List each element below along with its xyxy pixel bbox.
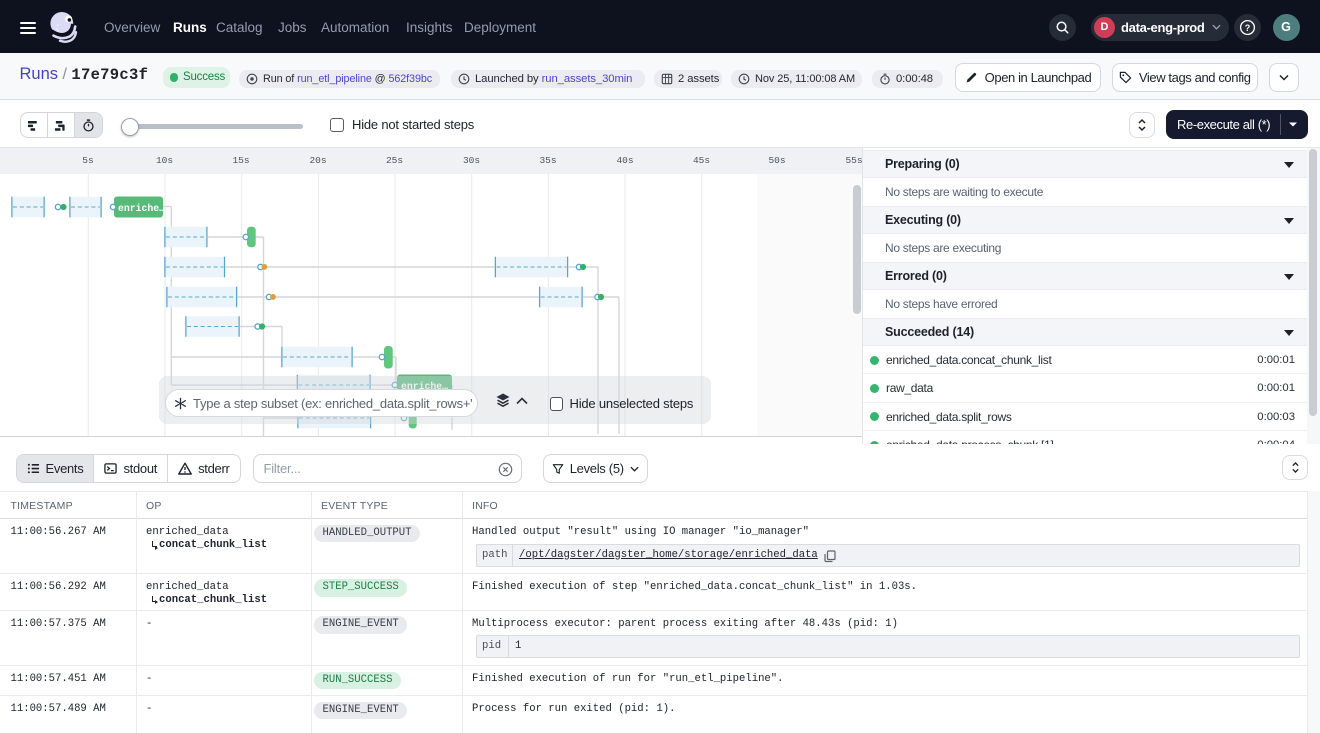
svg-text:enriche…: enriche… [118,203,165,214]
svg-text:?: ? [1245,22,1250,32]
